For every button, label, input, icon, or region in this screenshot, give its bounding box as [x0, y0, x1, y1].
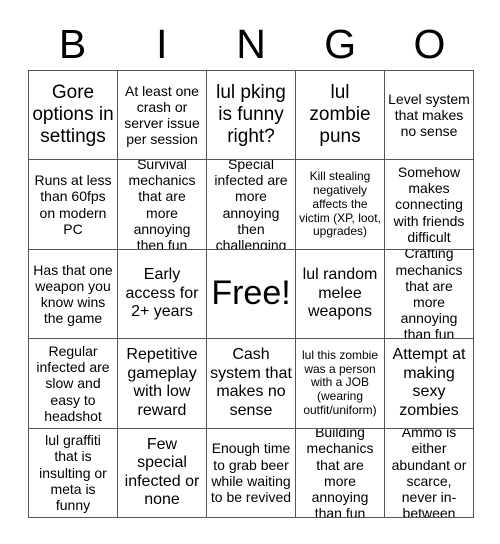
- bingo-cell[interactable]: lul this zombie was a person with a JOB …: [296, 339, 385, 429]
- bingo-header-letter-o: O: [413, 20, 446, 67]
- bingo-header-letter-g: G: [324, 20, 357, 67]
- bingo-cell[interactable]: lul random melee weapons: [296, 249, 385, 340]
- bingo-header-letter-i: I: [156, 20, 168, 67]
- bingo-cell[interactable]: Special infected are more annoying then …: [207, 160, 296, 250]
- bingo-cell-text: Somehow makes connecting with friends di…: [393, 164, 465, 245]
- bingo-cell-text: Free!: [211, 274, 291, 313]
- bingo-cell-text: Few special infected or none: [124, 435, 200, 509]
- bingo-cell[interactable]: Attempt at making sexy zombies: [385, 339, 474, 429]
- bingo-header: B I N G O: [28, 18, 474, 70]
- bingo-cell[interactable]: Repetitive gameplay with low reward: [118, 339, 207, 429]
- bingo-cell[interactable]: Runs at less than 60fps on modern PC: [29, 160, 118, 250]
- bingo-cell[interactable]: At least one crash or server issue per s…: [118, 71, 207, 161]
- bingo-cell[interactable]: lul zombie puns: [296, 71, 385, 161]
- bingo-header-letter-n: N: [236, 20, 266, 67]
- bingo-cell-text: At least one crash or server issue per s…: [124, 82, 200, 148]
- bingo-cell-free[interactable]: Free!: [207, 249, 296, 340]
- bingo-cell[interactable]: Few special infected or none: [118, 428, 207, 518]
- bingo-cell[interactable]: Crafting mechanics that are more annoyin…: [385, 249, 474, 340]
- bingo-cell[interactable]: Gore options in settings: [29, 71, 118, 161]
- bingo-cell-text: Enough time to grab beer while waiting t…: [210, 440, 292, 506]
- bingo-cell[interactable]: Ammo is either abundant or scarce, never…: [385, 428, 474, 518]
- bingo-cell-text: Survival mechanics that are more annoyin…: [128, 160, 196, 250]
- bingo-cell-text: lul this zombie was a person with a JOB …: [301, 347, 379, 418]
- bingo-cell-text: Level system that makes no sense: [388, 90, 470, 140]
- bingo-card: B I N G O Gore options in settings At le…: [0, 0, 500, 544]
- bingo-cell[interactable]: Somehow makes connecting with friends di…: [385, 160, 474, 250]
- bingo-cell[interactable]: Has that one weapon you know wins the ga…: [29, 249, 118, 340]
- bingo-cell-text: Kill stealing negatively affects the vic…: [299, 168, 381, 239]
- bingo-cell-text: Early access for 2+ years: [125, 266, 199, 321]
- bingo-cell-text: lul graffiti that is insulting or meta i…: [39, 432, 107, 514]
- bingo-cell[interactable]: lul graffiti that is insulting or meta i…: [29, 428, 118, 518]
- bingo-cell[interactable]: Regular infected are slow and easy to he…: [29, 339, 118, 429]
- bingo-header-letter-b: B: [58, 20, 87, 67]
- bingo-cell-text: lul random melee weapons: [302, 266, 378, 321]
- bingo-grid: Gore options in settings At least one cr…: [28, 70, 474, 518]
- bingo-cell[interactable]: Survival mechanics that are more annoyin…: [118, 160, 207, 250]
- bingo-cell-text: Gore options in settings: [32, 82, 114, 148]
- bingo-cell[interactable]: Level system that makes no sense: [385, 71, 474, 161]
- bingo-cell-text: Building mechanics that are more annoyin…: [306, 428, 374, 518]
- bingo-cell-text: Ammo is either abundant or scarce, never…: [391, 428, 467, 518]
- bingo-cell-text: Crafting mechanics that are more annoyin…: [395, 249, 463, 340]
- bingo-cell[interactable]: Cash system that makes no sense: [207, 339, 296, 429]
- bingo-cell[interactable]: Building mechanics that are more annoyin…: [296, 428, 385, 518]
- bingo-cell[interactable]: Early access for 2+ years: [118, 249, 207, 340]
- bingo-cell-text: lul zombie puns: [309, 82, 371, 148]
- bingo-cell[interactable]: lul pking is funny right?: [207, 71, 296, 161]
- bingo-cell[interactable]: Enough time to grab beer while waiting t…: [207, 428, 296, 518]
- bingo-cell-text: Runs at less than 60fps on modern PC: [34, 172, 112, 237]
- bingo-cell[interactable]: Kill stealing negatively affects the vic…: [296, 160, 385, 250]
- bingo-cell-text: Repetitive gameplay with low reward: [126, 346, 198, 419]
- bingo-cell-text: Has that one weapon you know wins the ga…: [33, 261, 113, 327]
- bingo-cell-text: Special infected are more annoying then …: [214, 160, 288, 250]
- bingo-cell-text: Attempt at making sexy zombies: [392, 346, 466, 419]
- bingo-cell-text: lul pking is funny right?: [216, 82, 286, 148]
- bingo-cell-text: Regular infected are slow and easy to he…: [36, 342, 110, 424]
- bingo-cell-text: Cash system that makes no sense: [210, 346, 292, 419]
